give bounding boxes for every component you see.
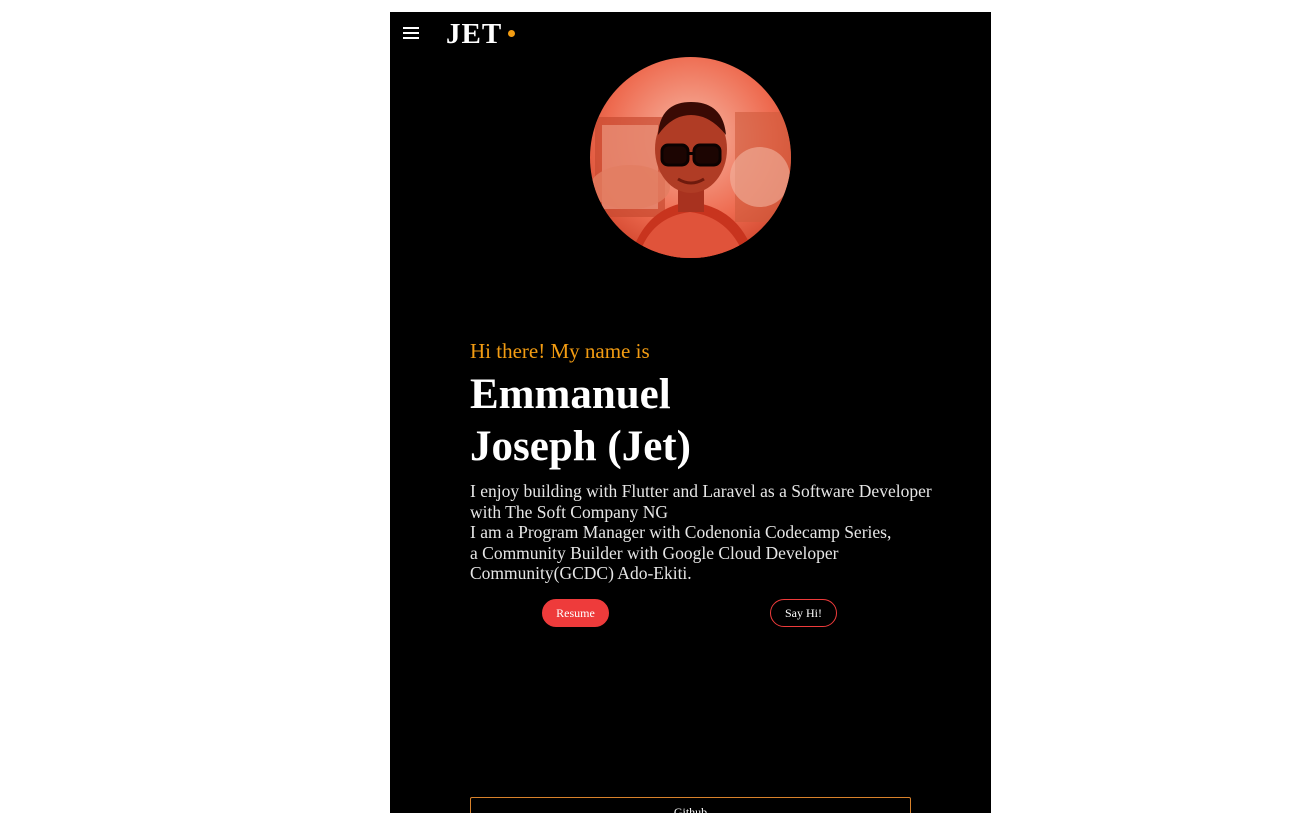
resume-button[interactable]: Resume — [542, 599, 609, 627]
bio-line: Community(GCDC) Ado-Ekiti. — [470, 563, 692, 583]
greeting-text: Hi there! My name is — [470, 339, 650, 363]
logo-dot — [508, 30, 515, 37]
logo[interactable]: JET — [446, 18, 502, 50]
hamburger-menu-icon[interactable] — [403, 27, 419, 41]
bio-line: I am a Program Manager with Codenonia Co… — [470, 522, 892, 542]
hero-name-line2: Joseph (Jet) — [470, 423, 691, 470]
avatar — [590, 57, 791, 258]
hero-name-line1: Emmanuel — [470, 371, 671, 418]
bio-line: with The Soft Company NG — [470, 501, 669, 522]
hero-content: Hi there! My name is Emmanuel Joseph (Je… — [470, 337, 932, 584]
bio-line: I enjoy building with Flutter and Larave… — [470, 481, 932, 501]
bio-line: a Community Builder with Google Cloud De… — [470, 542, 839, 563]
page-frame: JET Hi there! My name is Emmanuel Joseph… — [390, 12, 991, 813]
bio-text: I enjoy building with Flutter and Larave… — [470, 481, 932, 584]
github-link-button[interactable]: Github — [470, 797, 911, 813]
hero-name: Emmanuel Joseph (Jet) — [470, 369, 920, 473]
say-hi-button[interactable]: Say Hi! — [770, 599, 837, 627]
